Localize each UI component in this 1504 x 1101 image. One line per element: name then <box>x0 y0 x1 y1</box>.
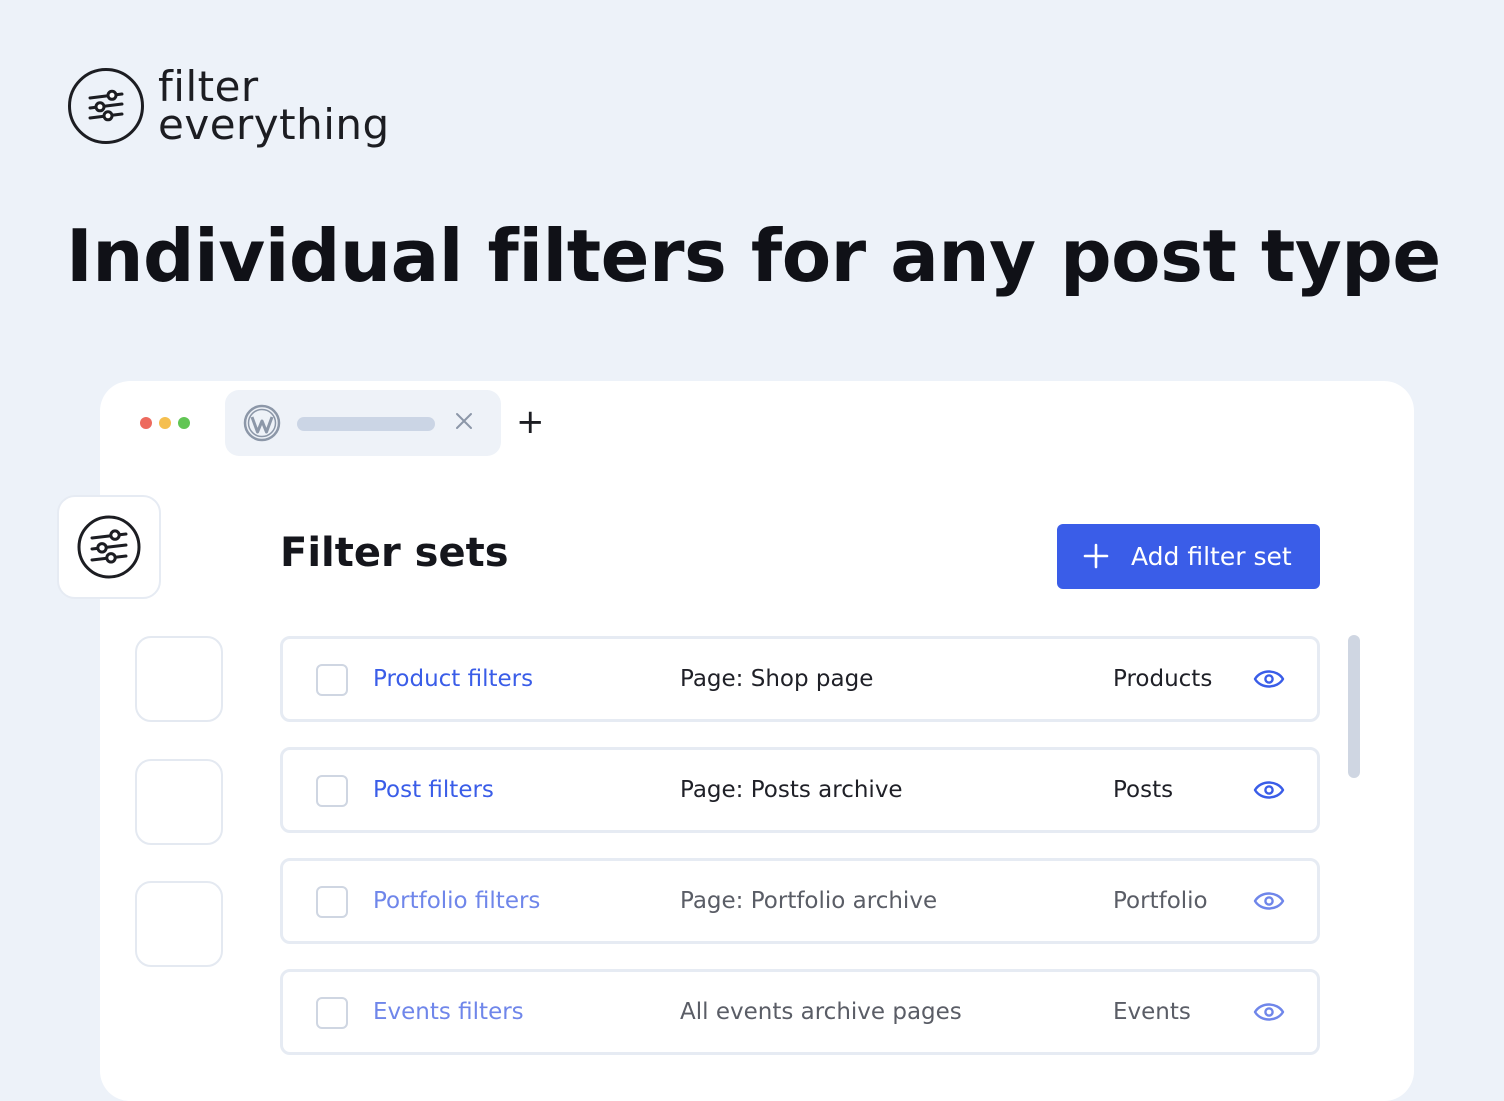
eye-icon[interactable] <box>1253 777 1285 807</box>
sliders-icon <box>77 515 141 579</box>
row-checkbox[interactable] <box>316 664 348 696</box>
browser-tab[interactable] <box>225 390 501 456</box>
brand-line-2: everything <box>158 100 390 149</box>
row-checkbox[interactable] <box>316 886 348 918</box>
filter-set-row: Portfolio filters Page: Portfolio archiv… <box>280 858 1320 944</box>
brand: filter everything <box>68 66 390 149</box>
filter-set-post-type: Products <box>1113 666 1213 692</box>
row-checkbox[interactable] <box>316 997 348 1029</box>
eye-icon[interactable] <box>1253 999 1285 1029</box>
sidebar-menu-item[interactable] <box>135 759 223 845</box>
tab-title-placeholder <box>297 417 435 431</box>
scrollbar-thumb[interactable] <box>1348 635 1360 778</box>
filter-set-post-type: Events <box>1113 999 1191 1025</box>
filter-set-name-link[interactable]: Events filters <box>373 999 524 1025</box>
plugin-menu-icon[interactable] <box>57 495 161 599</box>
filter-set-post-type: Posts <box>1113 777 1174 803</box>
filter-set-location: Page: Portfolio archive <box>680 888 938 914</box>
brand-name: filter everything <box>158 66 390 149</box>
eye-icon[interactable] <box>1253 888 1285 918</box>
filter-set-name-link[interactable]: Portfolio filters <box>373 888 540 914</box>
new-tab-button[interactable]: + <box>516 403 545 441</box>
filter-set-location: All events archive pages <box>680 999 962 1025</box>
sidebar-menu-item[interactable] <box>135 881 223 967</box>
maximize-window-dot[interactable] <box>178 417 190 429</box>
filter-set-row: Product filters Page: Shop page Products <box>280 636 1320 722</box>
minimize-window-dot[interactable] <box>159 417 171 429</box>
page-title: Filter sets <box>280 530 509 576</box>
plus-icon <box>1083 543 1109 572</box>
add-filter-set-label: Add filter set <box>1131 542 1292 571</box>
filter-set-row: Post filters Page: Posts archive Posts <box>280 747 1320 833</box>
sidebar-menu-item[interactable] <box>135 636 223 722</box>
close-window-dot[interactable] <box>140 417 152 429</box>
sliders-icon <box>68 68 144 144</box>
filter-set-name-link[interactable]: Product filters <box>373 666 533 692</box>
filter-set-name-link[interactable]: Post filters <box>373 777 494 803</box>
wordpress-icon <box>243 404 281 446</box>
headline: Individual filters for any post type <box>66 214 1441 298</box>
filter-set-location: Page: Posts archive <box>680 777 903 803</box>
row-checkbox[interactable] <box>316 775 348 807</box>
close-tab-icon[interactable] <box>453 410 475 436</box>
filter-set-row: Events filters All events archive pages … <box>280 969 1320 1055</box>
filter-set-post-type: Portfolio <box>1113 888 1208 914</box>
add-filter-set-button[interactable]: Add filter set <box>1057 524 1320 589</box>
window-controls <box>140 417 190 429</box>
eye-icon[interactable] <box>1253 666 1285 696</box>
filter-set-location: Page: Shop page <box>680 666 874 692</box>
